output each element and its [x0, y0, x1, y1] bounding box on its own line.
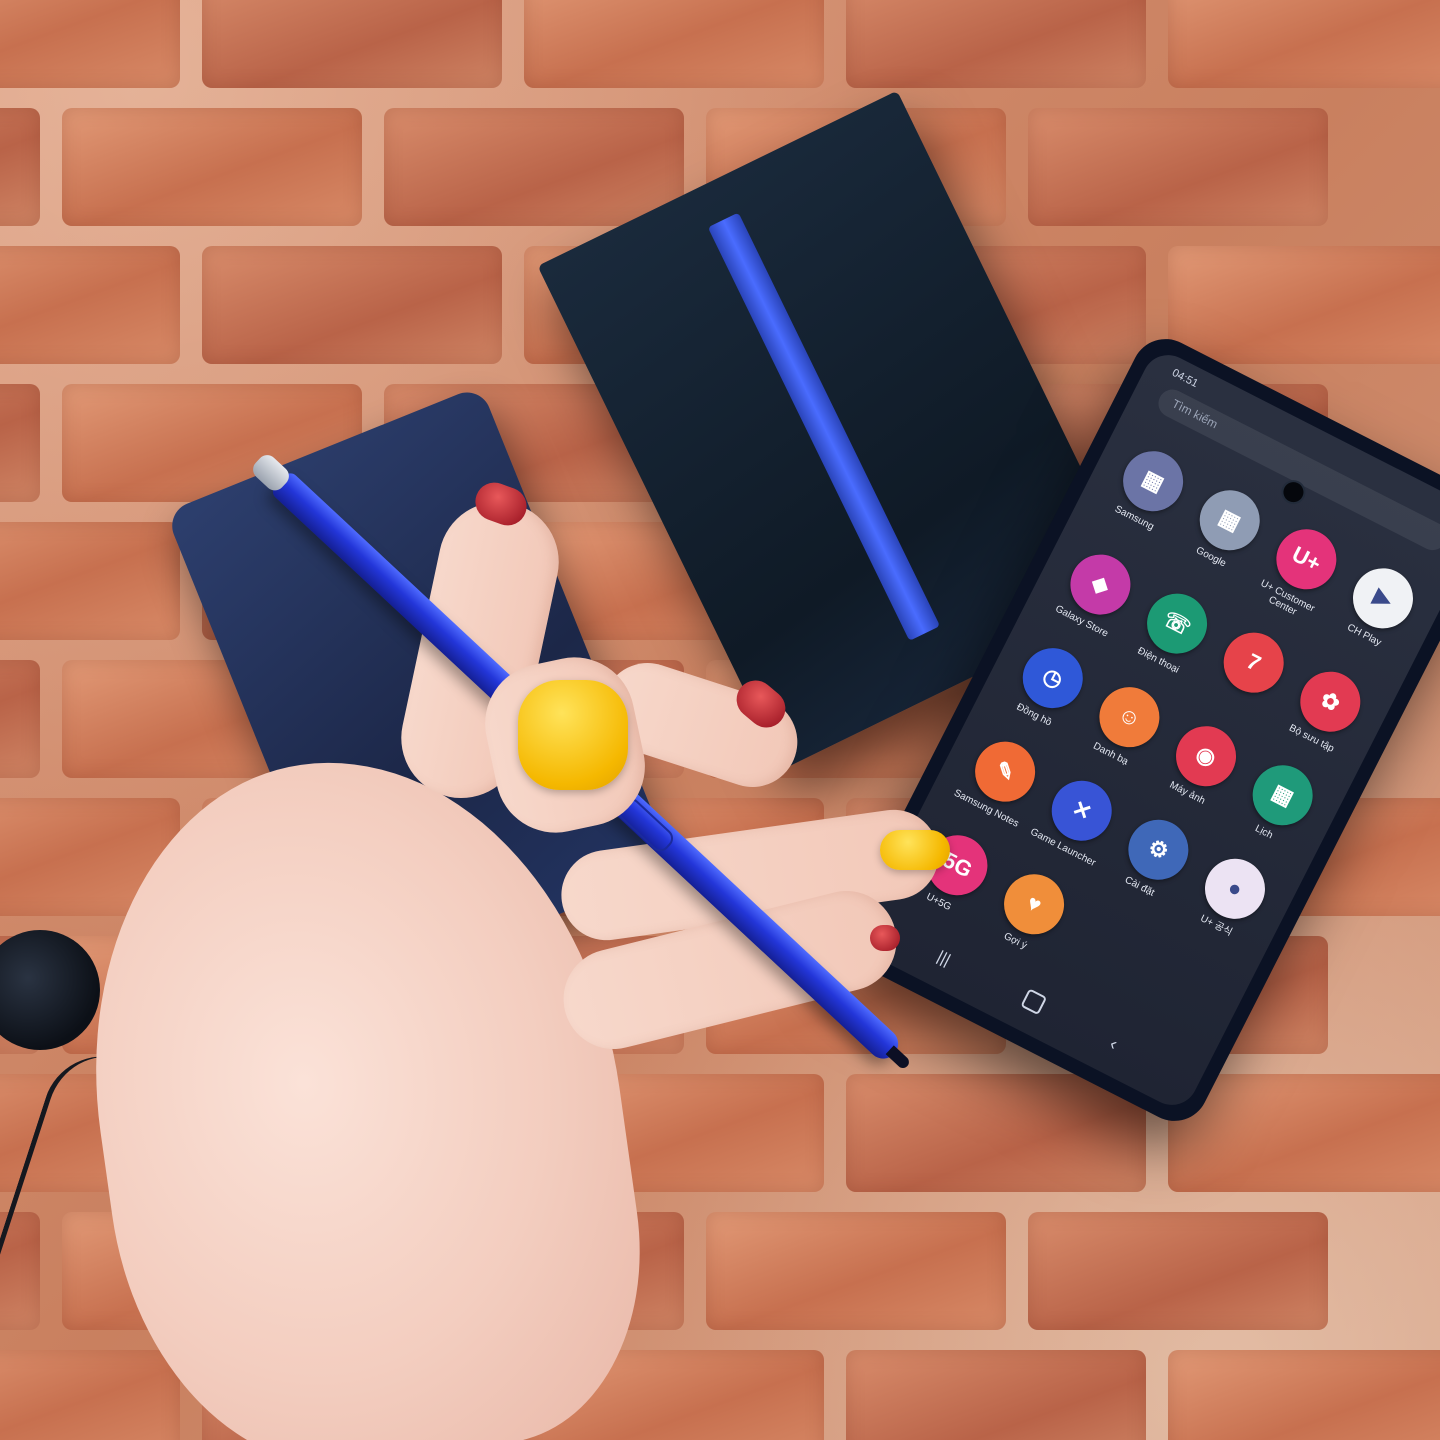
yellow-fingernail — [880, 830, 950, 870]
status-time: 04:51 — [1169, 366, 1200, 391]
brick — [1168, 1350, 1440, 1440]
brick — [524, 0, 824, 88]
brick — [1168, 0, 1440, 88]
brick — [0, 0, 180, 88]
search-placeholder: Tìm kiếm — [1169, 396, 1221, 432]
brick — [706, 1212, 1006, 1330]
brick — [846, 0, 1146, 88]
brick — [846, 1074, 1146, 1192]
back-button-icon[interactable]: ‹ — [1106, 1033, 1121, 1054]
home-button-icon[interactable] — [1020, 988, 1048, 1016]
brick — [0, 660, 40, 778]
brick — [1028, 1212, 1328, 1330]
brick — [202, 0, 502, 88]
brick — [0, 1350, 180, 1440]
brick — [202, 246, 502, 364]
yellow-fingernail — [518, 680, 628, 790]
brick — [846, 1350, 1146, 1440]
brick — [0, 384, 40, 502]
recent-apps-icon[interactable]: ||| — [934, 948, 953, 970]
brick — [1168, 246, 1440, 364]
box-blue-stripe — [707, 212, 941, 641]
brick — [0, 522, 180, 640]
brick — [384, 108, 684, 226]
app-icon[interactable]: 7 — [1213, 622, 1295, 704]
brick — [62, 108, 362, 226]
brick — [0, 108, 40, 226]
red-fingernail — [870, 925, 900, 951]
brick — [0, 246, 180, 364]
brick — [1028, 108, 1328, 226]
brick-row — [0, 0, 1440, 88]
photo-scene: 04:51 Tìm kiếm ▦ Samsung ▦ Google U+ U+ Custo… — [0, 0, 1440, 1440]
